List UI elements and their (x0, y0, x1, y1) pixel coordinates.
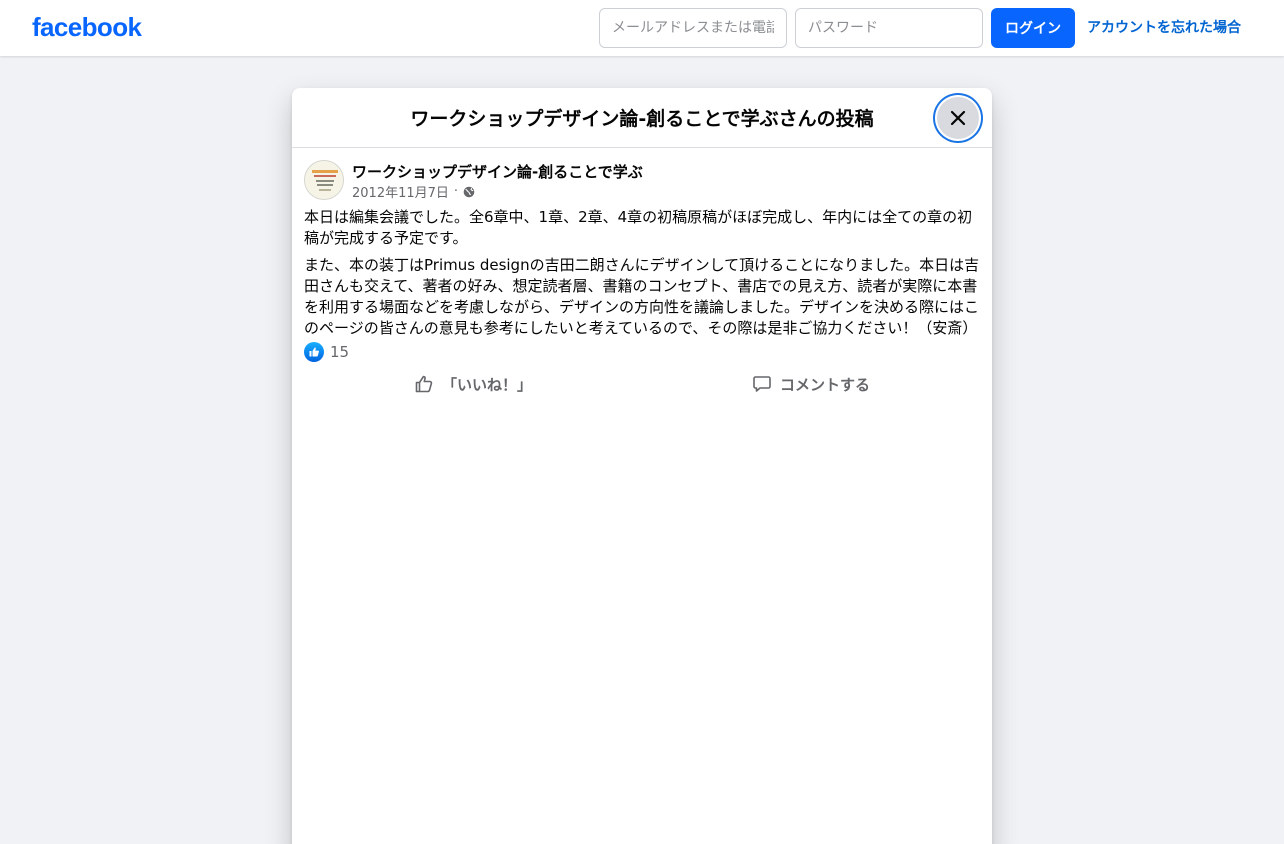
dialog-header: ワークショップデザイン論-創ることで学ぶさんの投稿 (292, 88, 992, 148)
email-field[interactable] (599, 8, 787, 48)
thumbs-up-icon (415, 375, 433, 393)
close-button[interactable] (937, 97, 979, 139)
globe-icon (463, 186, 475, 197)
post-date[interactable]: 2012年11月7日 (352, 182, 449, 201)
password-field[interactable] (795, 8, 983, 48)
top-bar: facebook ログイン アカウントを忘れた場合 (0, 0, 1284, 56)
like-button-label: 「いいね！」 (441, 375, 532, 394)
post-paragraph: また、本の装丁はPrimus designの吉田二朗さんにデザインして頂けること… (304, 256, 980, 337)
close-icon (950, 110, 966, 126)
like-button[interactable]: 「いいね！」 (304, 368, 642, 400)
like-count: 15 (330, 343, 350, 361)
post-author[interactable]: ワークショップデザイン論-創ることで学ぶ (352, 161, 643, 182)
reaction-summary[interactable]: 15 (304, 342, 349, 362)
meta-separator: · (453, 184, 459, 199)
page-avatar[interactable] (304, 160, 344, 200)
facebook-logo[interactable]: facebook (32, 12, 142, 43)
post-meta: 2012年11月7日 · (352, 182, 475, 201)
post-body: 本日は編集会議でした。全6章中、1章、2章、4章の初稿原稿がほぼ完成し、年内には… (304, 207, 980, 345)
login-button[interactable]: ログイン (991, 8, 1075, 48)
workshop-design-logo-icon (305, 161, 343, 199)
comment-icon (753, 376, 771, 392)
forgot-account-link[interactable]: アカウントを忘れた場合 (1087, 17, 1241, 37)
comment-button[interactable]: コメントする (642, 368, 980, 400)
comment-button-label: コメントする (779, 375, 870, 394)
post-paragraph: 本日は編集会議でした。全6章中、1章、2章、4章の初稿原稿がほぼ完成し、年内には… (304, 208, 973, 247)
like-reaction-icon (304, 342, 324, 362)
dialog-title: ワークショップデザイン論-創ることで学ぶさんの投稿 (410, 108, 874, 130)
post-actions: 「いいね！」 コメントする (304, 368, 980, 400)
post-dialog: ワークショップデザイン論-創ることで学ぶさんの投稿 ワークショップデザイン論-創… (292, 88, 992, 844)
